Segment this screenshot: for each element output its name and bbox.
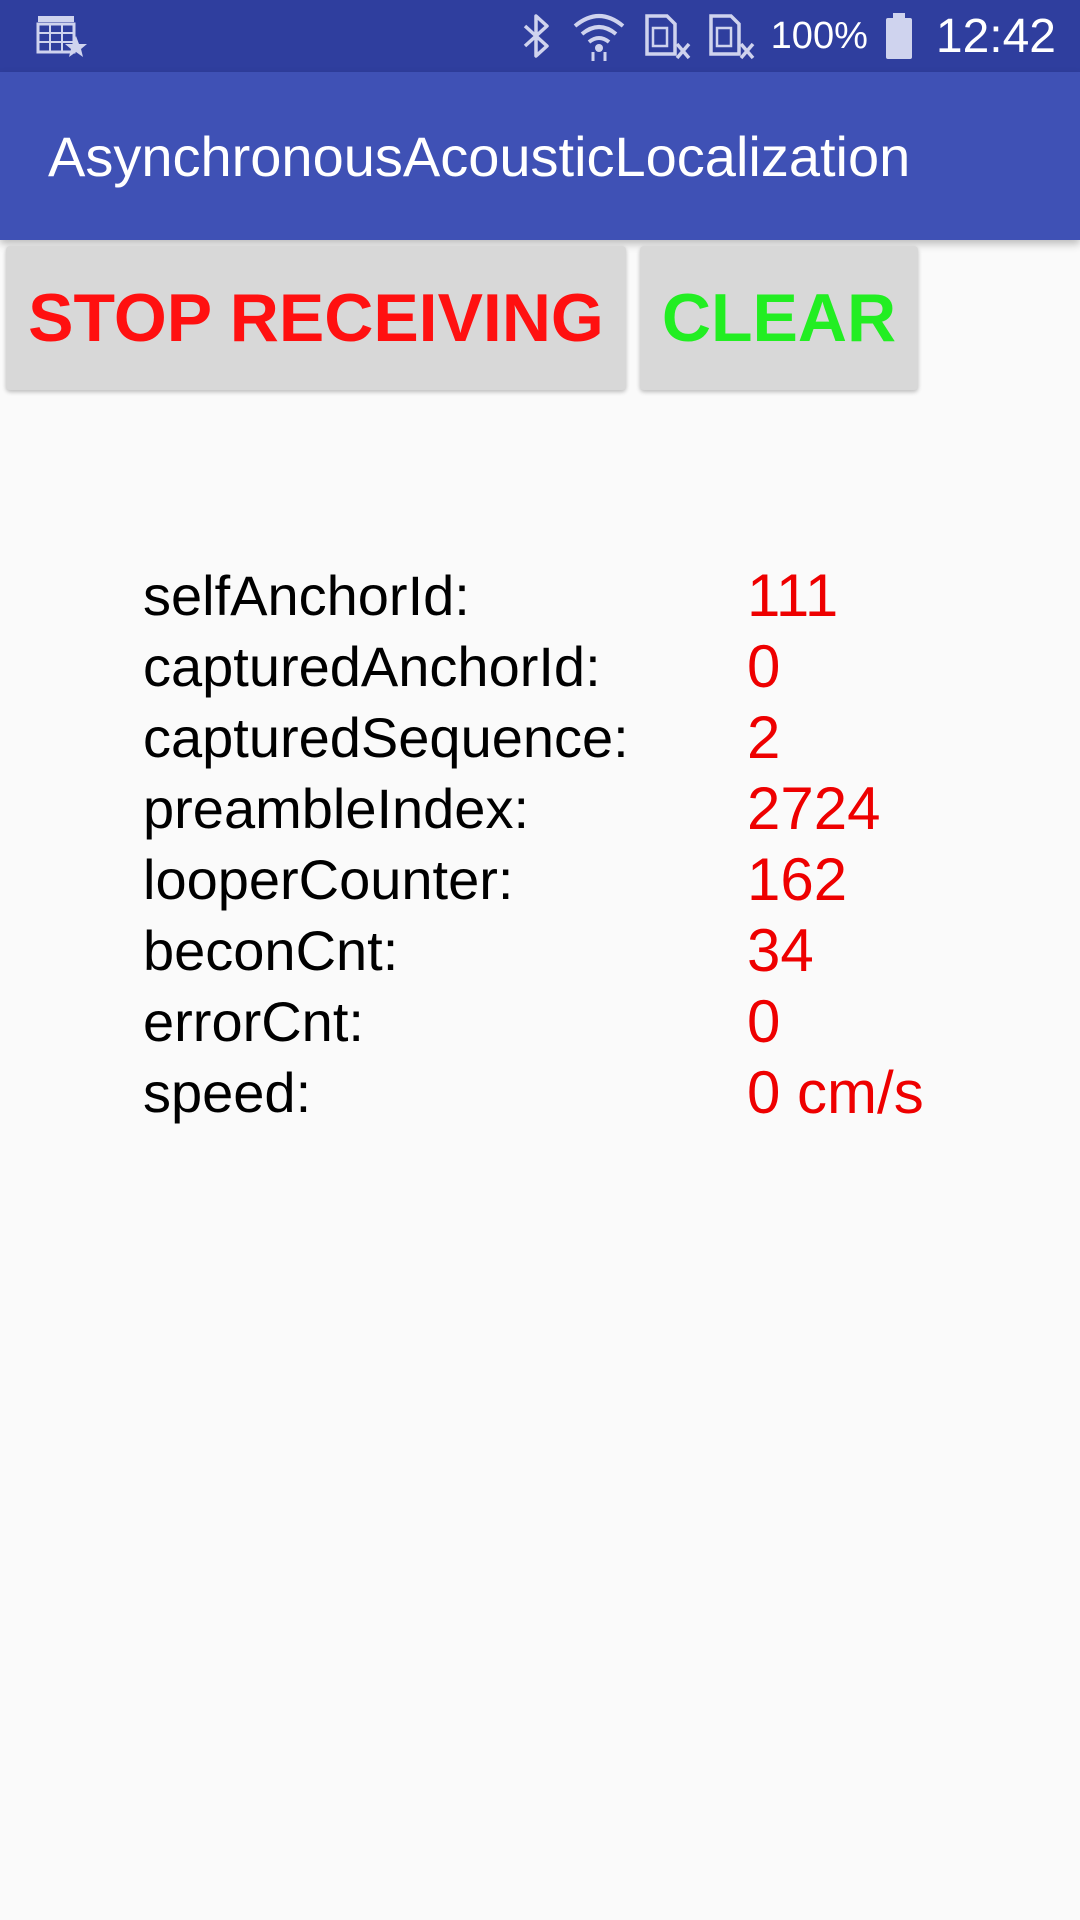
readout-value: 2724 [747, 775, 881, 842]
clear-button[interactable]: CLEAR [640, 246, 918, 390]
app-title: AsynchronousAcousticLocalization [48, 125, 911, 188]
readout-row-speed: speed: 0 cm/s [143, 1057, 1043, 1128]
readout-row-error-cnt: errorCnt: 0 [143, 986, 1043, 1057]
readout-value: 2 [747, 704, 781, 771]
readout-value: 0 [747, 988, 781, 1055]
battery-icon [884, 11, 914, 61]
no-sim-icon [707, 10, 755, 62]
readout-label: capturedSequence: [143, 706, 629, 769]
calendar-star-icon [36, 12, 88, 60]
readout-label: looperCounter: [143, 848, 514, 911]
status-icons: 100% 12:42 [519, 0, 1056, 72]
readout-row-looper-counter: looperCounter: 162 [143, 844, 1043, 915]
readout-value: 111 [747, 562, 839, 629]
readout-row-becon-cnt: beconCnt: 34 [143, 915, 1043, 986]
status-bar: 100% 12:42 [0, 0, 1080, 72]
readout-value: 0 [747, 633, 781, 700]
readout-row-captured-anchor-id: capturedAnchorId: 0 [143, 631, 1043, 702]
readout-label: speed: [143, 1061, 312, 1124]
readout-panel: selfAnchorId: 111 capturedAnchorId: 0 ca… [143, 560, 1043, 1128]
readout-label: selfAnchorId: [143, 564, 470, 627]
readout-value: 0 cm/s [747, 1059, 924, 1126]
readout-row-captured-sequence: capturedSequence: 2 [143, 702, 1043, 773]
readout-row-preamble-index: preambleIndex: 2724 [143, 773, 1043, 844]
readout-value: 162 [747, 846, 848, 913]
readout-label: capturedAnchorId: [143, 635, 601, 698]
readout-label: errorCnt: [143, 990, 364, 1053]
readout-label: preambleIndex: [143, 777, 530, 840]
battery-percent: 100% [770, 14, 868, 57]
readout-row-self-anchor-id: selfAnchorId: 111 [143, 560, 1043, 631]
bluetooth-icon [519, 12, 555, 60]
readout-value: 34 [747, 917, 814, 984]
wifi-icon [571, 10, 627, 62]
no-sim-icon [643, 10, 691, 62]
app-bar: AsynchronousAcousticLocalization [0, 72, 1080, 240]
clock: 12:42 [935, 9, 1056, 63]
readout-label: beconCnt: [143, 919, 399, 982]
stop-receiving-button[interactable]: STOP RECEIVING [6, 246, 626, 390]
